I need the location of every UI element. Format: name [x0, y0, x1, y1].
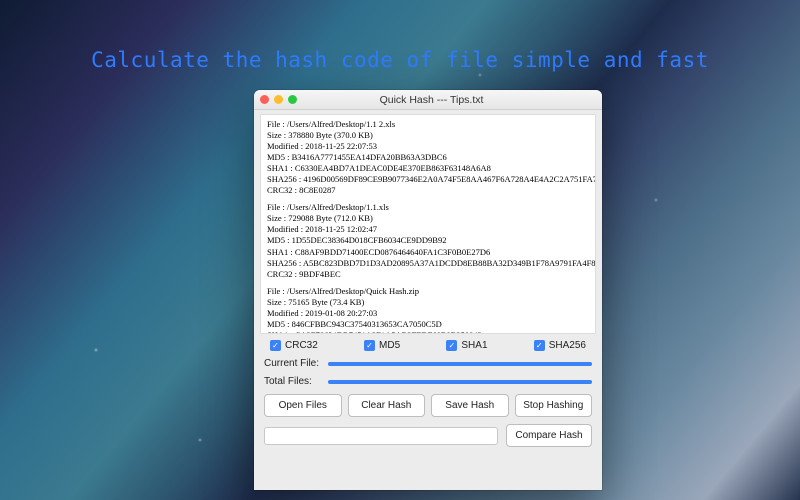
titlebar[interactable]: Quick Hash --- Tips.txt [254, 90, 602, 110]
file-block: File : /Users/Alfred/Desktop/Quick Hash.… [267, 286, 589, 334]
action-buttons: Open Files Clear Hash Save Hash Stop Has… [264, 394, 592, 417]
compare-input[interactable] [264, 427, 498, 445]
checkbox-sha256[interactable]: SHA256 [534, 340, 586, 351]
desktop-background: Calculate the hash code of file simple a… [0, 0, 800, 500]
window-title: Quick Hash --- Tips.txt [267, 94, 596, 106]
current-file-label: Current File: [264, 358, 322, 369]
checkbox-crc32[interactable]: CRC32 [270, 340, 318, 351]
compare-hash-button[interactable]: Compare Hash [506, 424, 592, 447]
marketing-headline: Calculate the hash code of file simple a… [0, 48, 800, 72]
compare-row: Compare Hash [264, 424, 592, 447]
total-files-progress: Total Files: [264, 376, 592, 387]
checkmark-icon [534, 340, 545, 351]
progress-bar-total [328, 380, 592, 384]
open-files-button[interactable]: Open Files [264, 394, 342, 417]
checkmark-icon [364, 340, 375, 351]
progress-bar-current [328, 362, 592, 366]
controls-panel: CRC32 MD5 SHA1 SHA256 Current File: Tota… [254, 338, 602, 455]
hash-output-pane[interactable]: File : /Users/Alfred/Desktop/1.1 2.xls S… [260, 114, 596, 334]
checkbox-sha1[interactable]: SHA1 [446, 340, 487, 351]
clear-hash-button[interactable]: Clear Hash [348, 394, 426, 417]
checkmark-icon [446, 340, 457, 351]
hash-type-row: CRC32 MD5 SHA1 SHA256 [264, 340, 592, 351]
app-window: Quick Hash --- Tips.txt File : /Users/Al… [254, 90, 602, 490]
total-files-label: Total Files: [264, 376, 322, 387]
file-block: File : /Users/Alfred/Desktop/1.1.xls Siz… [267, 202, 589, 279]
save-hash-button[interactable]: Save Hash [431, 394, 509, 417]
stop-hashing-button[interactable]: Stop Hashing [515, 394, 593, 417]
checkbox-md5[interactable]: MD5 [364, 340, 400, 351]
checkmark-icon [270, 340, 281, 351]
file-block: File : /Users/Alfred/Desktop/1.1 2.xls S… [267, 119, 589, 196]
current-file-progress: Current File: [264, 358, 592, 369]
